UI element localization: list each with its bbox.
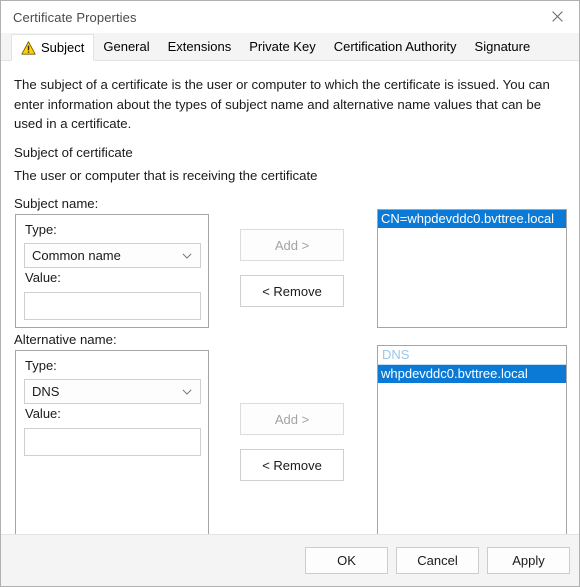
certificate-properties-dialog: Certificate Properties Subject General E… xyxy=(0,0,580,587)
subject-value-input[interactable] xyxy=(24,292,201,320)
alternative-name-label: Alternative name: xyxy=(14,332,117,347)
list-item[interactable]: whpdevddc0.bvttree.local xyxy=(378,365,566,383)
tab-general[interactable]: General xyxy=(94,33,158,60)
subject-name-label: Subject name: xyxy=(14,196,99,211)
subject-description: The subject of a certificate is the user… xyxy=(14,77,550,131)
alternative-type-label: Type: xyxy=(25,358,57,373)
subject-type-label: Type: xyxy=(25,222,57,237)
tab-content-subject: The subject of a certificate is the user… xyxy=(1,61,579,569)
dialog-footer: OK Cancel Apply xyxy=(1,534,579,586)
list-group-header: DNS xyxy=(378,346,566,365)
apply-button[interactable]: Apply xyxy=(487,547,570,574)
tab-label: Subject xyxy=(41,40,85,55)
tab-label: Certification Authority xyxy=(333,39,457,54)
subject-type-select[interactable]: Common name xyxy=(24,243,201,268)
tab-certification-authority[interactable]: Certification Authority xyxy=(325,33,466,60)
cancel-button[interactable]: Cancel xyxy=(396,547,479,574)
subject-add-button[interactable]: Add > xyxy=(240,229,344,261)
tab-private-key[interactable]: Private Key xyxy=(240,33,324,60)
tab-label: Signature xyxy=(474,39,531,54)
list-item[interactable]: CN=whpdevddc0.bvttree.local xyxy=(378,210,566,228)
ok-button[interactable]: OK xyxy=(305,547,388,574)
tab-label: Private Key xyxy=(249,39,316,54)
chevron-down-icon xyxy=(182,388,192,395)
alternative-value-label: Value: xyxy=(25,406,61,421)
tab-extensions[interactable]: Extensions xyxy=(159,33,241,60)
alternative-type-select[interactable]: DNS xyxy=(24,379,201,404)
subject-remove-button[interactable]: < Remove xyxy=(240,275,344,307)
alternative-remove-button[interactable]: < Remove xyxy=(240,449,344,481)
tab-subject[interactable]: Subject xyxy=(11,34,95,61)
section-title: Subject of certificate xyxy=(14,145,133,160)
subject-name-group: Type: Common name Value: xyxy=(15,214,209,328)
tab-label: General xyxy=(103,39,150,54)
alternative-type-value: DNS xyxy=(32,384,60,399)
window-title: Certificate Properties xyxy=(13,9,137,25)
tab-strip: Subject General Extensions Private Key C… xyxy=(1,33,579,61)
alternative-value-input[interactable] xyxy=(24,428,201,456)
alternative-add-button[interactable]: Add > xyxy=(240,403,344,435)
tab-label: Extensions xyxy=(167,39,232,54)
section-subtitle: The user or computer that is receiving t… xyxy=(14,168,318,183)
warning-triangle-icon xyxy=(21,40,36,55)
close-icon[interactable] xyxy=(535,1,579,32)
title-bar: Certificate Properties xyxy=(1,1,579,33)
subject-name-list[interactable]: CN=whpdevddc0.bvttree.local xyxy=(377,209,567,328)
tab-signature[interactable]: Signature xyxy=(466,33,540,60)
subject-type-value: Common name xyxy=(32,248,121,263)
subject-value-label: Value: xyxy=(25,270,61,285)
chevron-down-icon xyxy=(182,252,192,259)
